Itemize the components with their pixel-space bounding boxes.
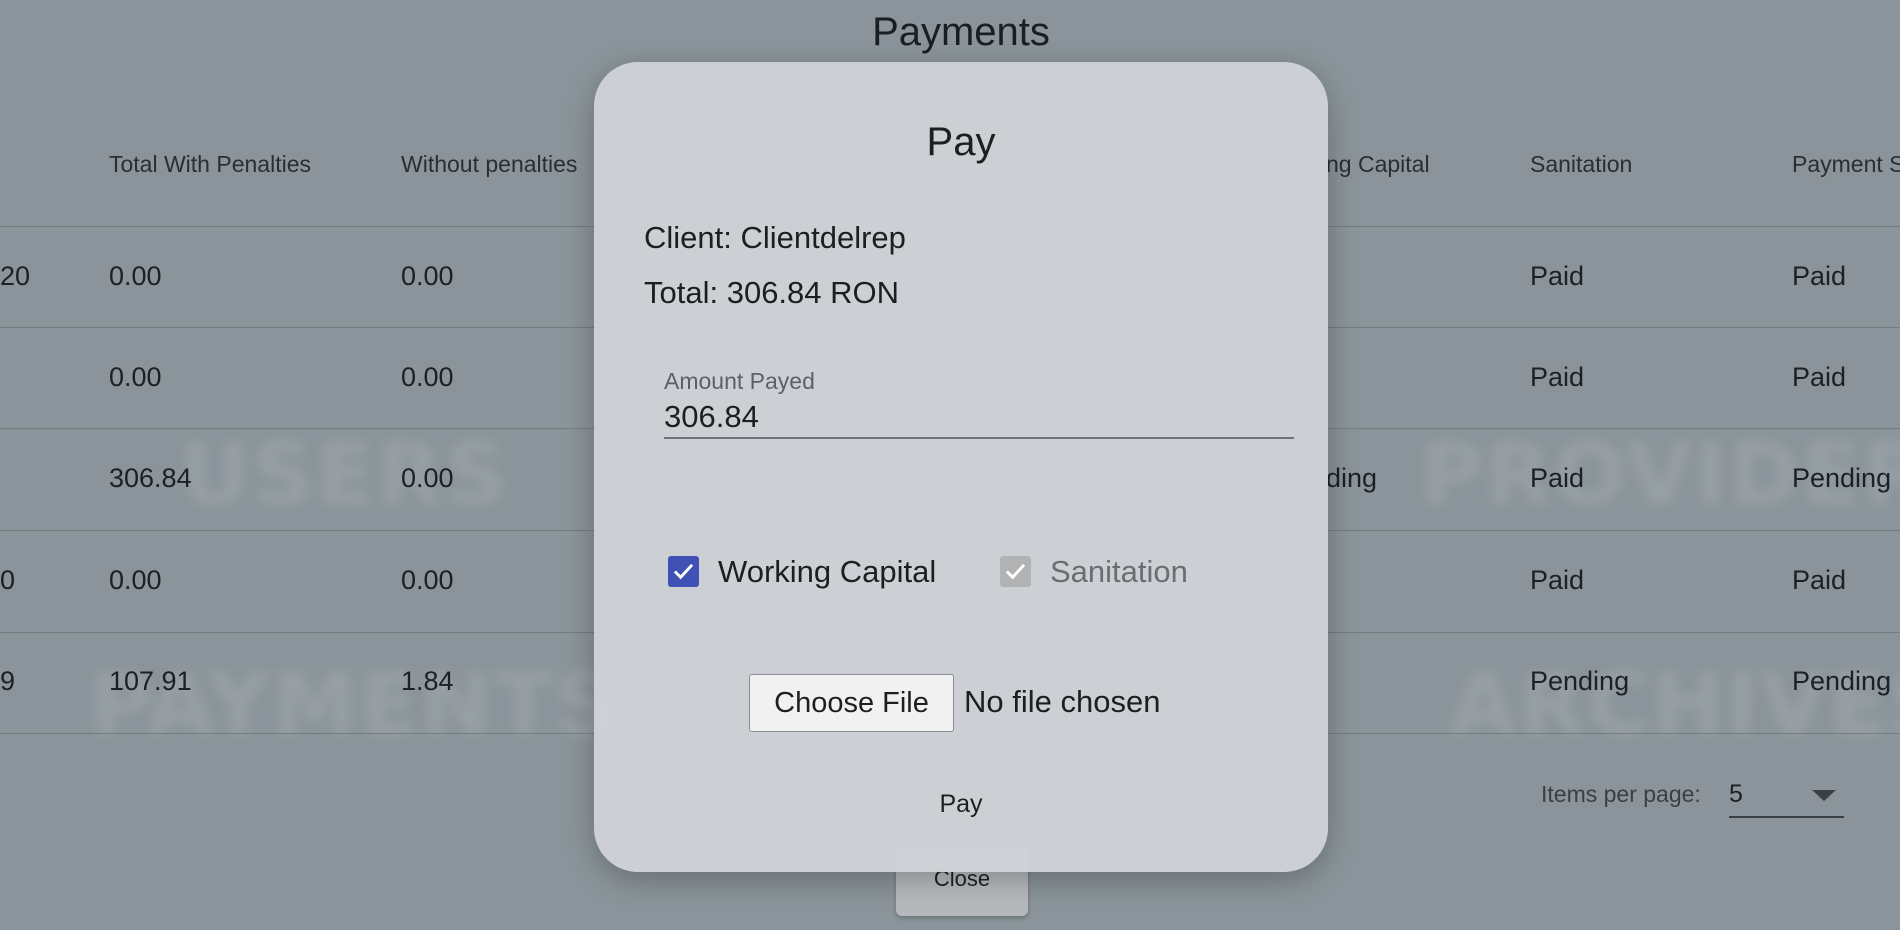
cell-payment-status: Pending — [1792, 463, 1892, 493]
cell-total-with-penalties: 0.00 — [109, 362, 162, 392]
file-status-text: No file chosen — [964, 684, 1161, 719]
items-per-page-value: 5 — [1729, 780, 1743, 808]
cell-payment-status: Paid — [1792, 565, 1847, 595]
cell-without-penalties: 0.00 — [401, 362, 454, 392]
cell-sanitation: Paid — [1530, 463, 1585, 493]
cell-lead: 0 — [0, 565, 16, 595]
amount-payed-input[interactable] — [664, 397, 1294, 439]
header-sanitation[interactable]: Sanitation — [1530, 151, 1632, 178]
items-per-page-select[interactable]: 5 — [1729, 776, 1844, 818]
checkmark-icon — [1005, 563, 1026, 580]
header-working-capital[interactable]: ng Capital — [1326, 151, 1430, 178]
cell-sanitation: Paid — [1530, 362, 1585, 392]
header-without-penalties[interactable]: Without penalties — [401, 151, 577, 178]
cell-sanitation: Paid — [1530, 261, 1585, 291]
working-capital-label[interactable]: Working Capital — [718, 554, 936, 590]
cell-lead: 20 — [0, 261, 31, 291]
cell-total-with-penalties: 0.00 — [109, 565, 162, 595]
dialog-title: Pay — [926, 120, 996, 164]
bg-word-users: USERS — [180, 425, 509, 525]
pay-dialog: Pay Client: Clientdelrep Total: 306.84 R… — [594, 62, 1328, 872]
cell-sanitation: Paid — [1530, 565, 1585, 595]
header-total-with-penalties[interactable]: Total With Penalties — [109, 151, 311, 178]
page-title: Payments — [872, 10, 1050, 54]
total-line: Total: 306.84 RON — [644, 275, 900, 310]
checkmark-icon — [673, 563, 694, 580]
dropdown-arrow-icon — [1812, 790, 1836, 801]
cell-total-with-penalties: 306.84 — [109, 463, 192, 493]
cell-payment-status: Paid — [1792, 362, 1847, 392]
cell-lead: 9 — [0, 666, 16, 696]
cell-sanitation: Pending — [1530, 666, 1630, 696]
working-capital-checkbox[interactable] — [668, 556, 699, 587]
choose-file-button[interactable]: Choose File — [749, 674, 954, 732]
cell-total-with-penalties: 0.00 — [109, 261, 162, 291]
cell-without-penalties: 0.00 — [401, 565, 454, 595]
cell-payment-status: Paid — [1792, 261, 1847, 291]
cell-working-capital: ding — [1326, 463, 1378, 493]
client-line: Client: Clientdelrep — [644, 220, 906, 255]
pay-button[interactable]: Pay — [594, 790, 1328, 819]
header-payment-status[interactable]: Payment S — [1792, 151, 1900, 178]
cell-without-penalties: 0.00 — [401, 463, 454, 493]
cell-without-penalties: 0.00 — [401, 261, 454, 291]
sanitation-checkbox — [1000, 556, 1031, 587]
cell-total-with-penalties: 107.91 — [109, 666, 192, 696]
cell-payment-status: Pending — [1792, 666, 1892, 696]
cell-without-penalties: 1.84 — [401, 666, 454, 696]
amount-payed-label: Amount Payed — [664, 368, 815, 394]
items-per-page-label: Items per page: — [1541, 781, 1701, 807]
sanitation-label: Sanitation — [1050, 554, 1188, 589]
